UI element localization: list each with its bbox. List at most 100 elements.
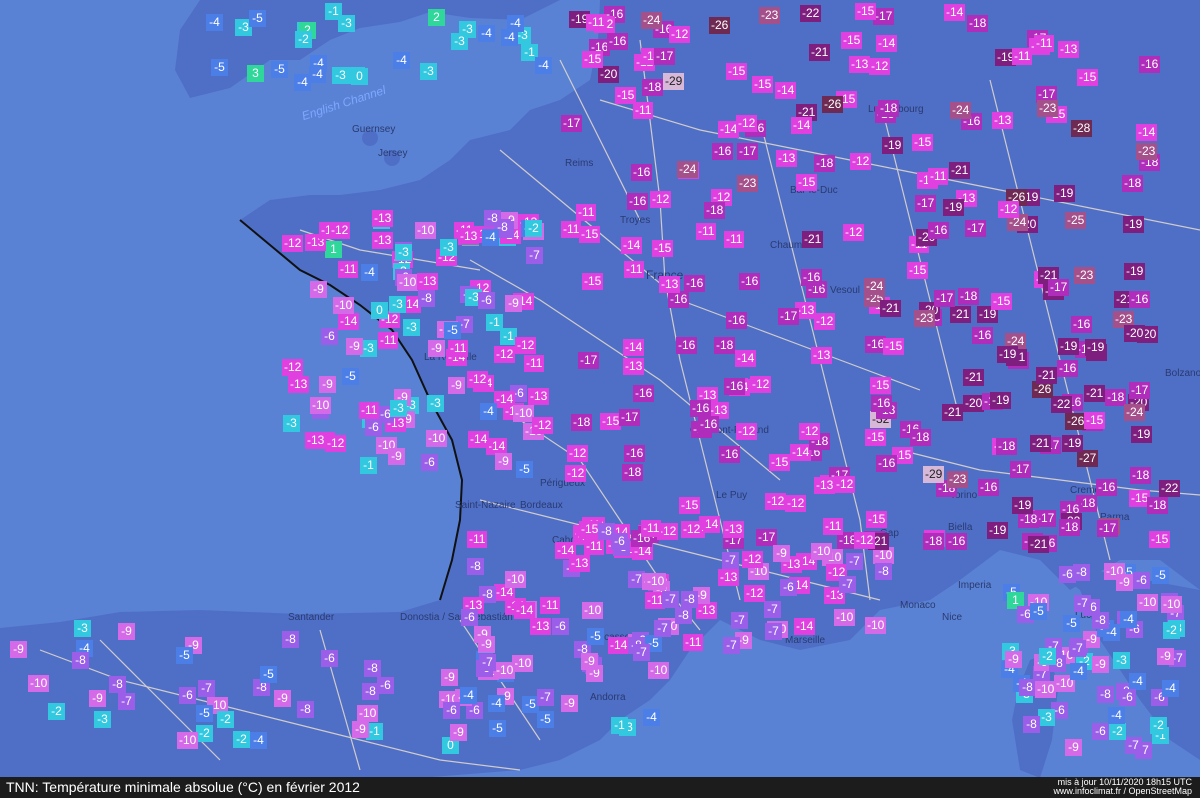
station-temp-label[interactable]: -17 — [1010, 461, 1032, 478]
station-temp-label[interactable]: -1 — [486, 314, 503, 331]
station-temp-label[interactable]: -6 — [1092, 723, 1109, 740]
station-temp-label[interactable]: -14 — [621, 237, 643, 254]
station-temp-label[interactable]: -3 — [451, 33, 468, 50]
station-temp-label[interactable]: -23 — [947, 471, 969, 488]
station-temp-label[interactable]: -9 — [352, 721, 369, 738]
station-temp-label[interactable]: -9 — [89, 690, 106, 707]
station-temp-label[interactable]: -16 — [633, 385, 655, 402]
station-temp-label[interactable]: -13 — [530, 618, 552, 635]
station-temp-label[interactable]: -7 — [654, 620, 671, 637]
station-temp-label[interactable]: -8 — [1023, 716, 1040, 733]
station-temp-label[interactable]: -15 — [866, 511, 888, 528]
station-temp-label[interactable]: -24 — [1124, 404, 1146, 421]
station-temp-label[interactable]: -13 — [528, 388, 550, 405]
station-temp-label[interactable]: -16 — [726, 312, 748, 329]
station-temp-label[interactable]: -16 — [1071, 316, 1093, 333]
station-temp-label[interactable]: -18 — [996, 438, 1018, 455]
station-temp-label[interactable]: -12 — [681, 521, 703, 538]
station-temp-label[interactable]: -12 — [843, 224, 865, 241]
station-temp-label[interactable]: -12 — [765, 493, 787, 510]
station-temp-label[interactable]: 2 — [428, 9, 445, 26]
station-temp-label[interactable]: -17 — [965, 220, 987, 237]
station-temp-label[interactable]: -5 — [1152, 567, 1169, 584]
station-temp-label[interactable]: -17 — [778, 308, 800, 325]
station-temp-label[interactable]: -14 — [514, 602, 536, 619]
station-temp-label[interactable]: -9 — [310, 281, 327, 298]
station-temp-label[interactable]: -4 — [1108, 707, 1125, 724]
station-temp-label[interactable]: -21 — [802, 231, 824, 248]
station-temp-label[interactable]: -2 — [217, 711, 234, 728]
station-temp-label[interactable]: -1 — [360, 457, 377, 474]
station-temp-label[interactable]: -12 — [329, 222, 351, 239]
station-temp-label[interactable]: -9 — [441, 669, 458, 686]
station-temp-label[interactable]: -16 — [627, 193, 649, 210]
station-temp-label[interactable]: -11 — [561, 221, 582, 238]
station-temp-label[interactable]: -5 — [587, 628, 604, 645]
station-temp-label[interactable]: -7 — [662, 591, 679, 608]
station-temp-label[interactable]: -3 — [403, 319, 420, 336]
station-temp-label[interactable]: -14 — [791, 117, 813, 134]
station-temp-label[interactable]: -15 — [582, 273, 604, 290]
station-temp-label[interactable]: -7 — [764, 601, 781, 618]
station-temp-label[interactable]: -14 — [623, 339, 645, 356]
station-temp-label[interactable]: -3 — [390, 400, 407, 417]
station-temp-label[interactable]: -15 — [652, 240, 674, 257]
station-temp-label[interactable]: -12 — [834, 476, 856, 493]
station-temp-label[interactable]: -16 — [946, 533, 968, 550]
station-temp-label[interactable]: -5 — [211, 59, 228, 76]
station-temp-label[interactable]: -8 — [418, 290, 435, 307]
station-temp-label[interactable]: -18 — [910, 429, 932, 446]
station-temp-label[interactable]: -19 — [1058, 338, 1080, 355]
station-temp-label[interactable]: -18 — [1122, 175, 1144, 192]
station-temp-label[interactable]: -11 — [633, 102, 654, 119]
station-temp-label[interactable]: 0 — [351, 68, 368, 85]
station-temp-label[interactable]: -23 — [1074, 267, 1096, 284]
station-temp-label[interactable]: -9 — [450, 724, 467, 741]
station-temp-label[interactable]: -3 — [94, 711, 111, 728]
station-temp-label[interactable]: -12 — [515, 337, 537, 354]
station-temp-label[interactable]: -13 — [458, 228, 480, 245]
station-temp-label[interactable]: -6 — [611, 533, 628, 550]
station-temp-label[interactable]: -12 — [650, 191, 672, 208]
station-temp-label[interactable]: -3 — [440, 239, 457, 256]
station-temp-label[interactable]: -6 — [552, 618, 569, 635]
station-temp-label[interactable]: -24 — [677, 161, 699, 178]
station-temp-label[interactable]: -4 — [1070, 663, 1087, 680]
station-temp-label[interactable]: -17 — [578, 352, 600, 369]
station-temp-label[interactable]: -4 — [250, 732, 267, 749]
station-temp-label[interactable]: -19 — [1012, 497, 1034, 514]
station-temp-label[interactable]: -5 — [271, 61, 288, 78]
station-temp-label[interactable]: -7 — [1074, 595, 1091, 612]
station-temp-label[interactable]: -19 — [882, 137, 904, 154]
station-temp-label[interactable]: -16 — [739, 273, 761, 290]
station-temp-label[interactable]: -15 — [769, 454, 791, 471]
station-temp-label[interactable]: -7 — [537, 689, 554, 706]
station-temp-label[interactable]: -11 — [467, 531, 488, 548]
station-temp-label[interactable]: -21 — [963, 369, 985, 386]
station-temp-label[interactable]: -21 — [1084, 385, 1106, 402]
station-temp-label[interactable]: -17 — [934, 290, 956, 307]
station-temp-label[interactable]: -7 — [846, 553, 863, 570]
station-temp-label[interactable]: -8 — [681, 591, 698, 608]
station-temp-label[interactable]: -18 — [1130, 467, 1152, 484]
station-temp-label[interactable]: -8 — [109, 676, 126, 693]
station-temp-label[interactable]: -7 — [1069, 640, 1086, 657]
station-temp-label[interactable]: -28 — [1071, 120, 1093, 137]
station-temp-label[interactable]: -13 — [849, 56, 871, 73]
station-temp-label[interactable]: -4 — [501, 29, 518, 46]
station-temp-label[interactable]: 1 — [325, 241, 342, 258]
station-temp-label[interactable]: -9 — [495, 453, 512, 470]
station-temp-label[interactable]: -5 — [1030, 603, 1047, 620]
station-temp-label[interactable]: -10 — [426, 430, 448, 447]
station-temp-label[interactable]: -9 — [1116, 574, 1133, 591]
station-temp-label[interactable]: -16 — [801, 269, 823, 286]
station-temp-label[interactable]: -10 — [865, 617, 887, 634]
station-temp-label[interactable]: -15 — [1084, 412, 1106, 429]
station-temp-label[interactable]: -6 — [780, 579, 797, 596]
station-temp-label[interactable]: -19 — [1062, 435, 1084, 452]
station-temp-label[interactable]: -16 — [876, 455, 898, 472]
station-temp-label[interactable]: -7 — [1125, 737, 1142, 754]
station-temp-label[interactable]: -12 — [998, 201, 1020, 218]
station-temp-label[interactable]: -4 — [1162, 680, 1179, 697]
station-temp-label[interactable]: -11 — [586, 14, 607, 31]
